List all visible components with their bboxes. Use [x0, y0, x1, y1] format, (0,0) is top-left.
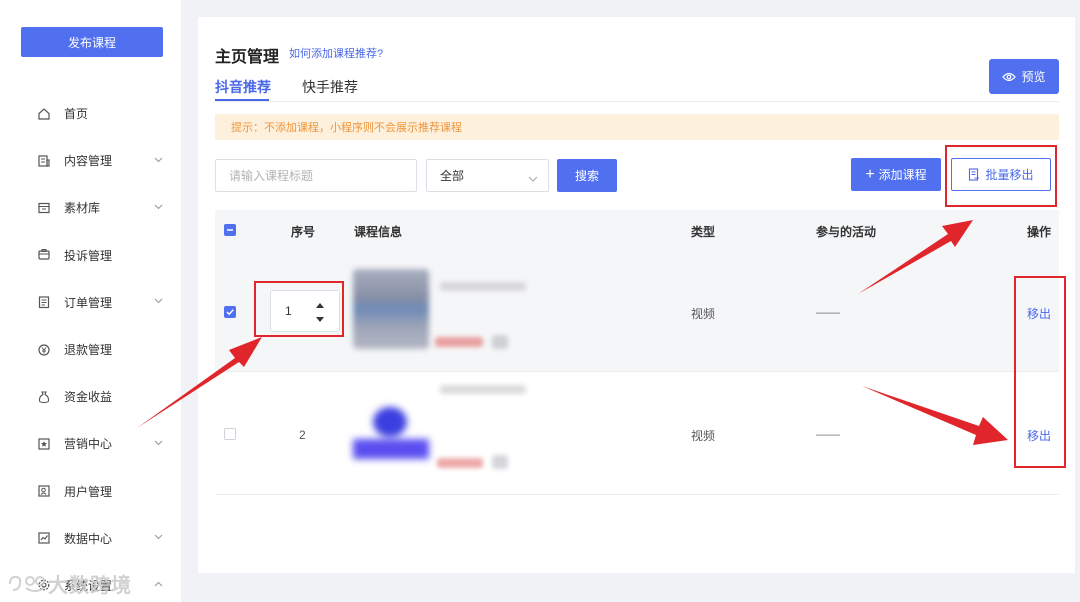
sidebar-nav: 首页 内容管理 素材库 投诉管理 订单管理 退款管理 资金收益 营销中心 用户管… [0, 90, 181, 602]
table-row: 1 视频 —— 移出 [215, 250, 1059, 372]
course-title-blurred [440, 385, 526, 394]
sidebar-item-label: 订单管理 [64, 295, 113, 310]
sidebar-item-label: 退款管理 [64, 343, 113, 358]
chevron-down-icon [528, 171, 538, 185]
course-title-search-input[interactable]: 请输入课程标题 [215, 159, 417, 192]
chevron-up-icon [153, 579, 163, 589]
tab-douyin[interactable]: 抖音推荐 [215, 77, 271, 97]
chevron-down-icon [153, 202, 163, 212]
sidebar-item-label: 素材库 [64, 201, 101, 216]
remove-link[interactable]: 移出 [1027, 427, 1051, 444]
table-header: 序号 课程信息 类型 参与的活动 操作 [215, 210, 1059, 250]
table-row: 2 视频 —— 移出 [215, 373, 1059, 495]
stepper-down-icon[interactable] [315, 315, 325, 323]
course-activity: —— [816, 305, 840, 319]
category-select-value: 全部 [440, 169, 465, 183]
chart-icon [36, 530, 52, 546]
chevron-down-icon [153, 155, 163, 165]
add-course-button[interactable]: + 添加课程 [851, 158, 941, 191]
sidebar-item-label: 资金收益 [64, 390, 113, 405]
course-type: 视频 [691, 307, 716, 321]
tab-kuaishou[interactable]: 快手推荐 [302, 77, 358, 97]
tab-divider [215, 101, 1059, 102]
course-activity: —— [816, 427, 840, 441]
sidebar: 发布课程 首页 内容管理 素材库 投诉管理 订单管理 退款管理 资金收益 营销中… [0, 0, 181, 602]
eye-icon [1002, 72, 1017, 81]
select-all-checkbox[interactable] [224, 224, 236, 236]
sidebar-item-label: 数据中心 [64, 531, 113, 546]
batch-remove-button[interactable]: 批量移出 [951, 158, 1051, 191]
sidebar-item-orders[interactable]: 订单管理 [0, 279, 181, 326]
course-price-blurred [437, 458, 483, 468]
stepper-up-icon[interactable] [315, 301, 325, 309]
sidebar-item-label: 用户管理 [64, 484, 113, 499]
chevron-down-icon [153, 532, 163, 542]
help-link[interactable]: 如何添加课程推荐? [289, 45, 383, 61]
preview-label: 预览 [1021, 70, 1046, 84]
tip-banner: 提示：不添加课程，小程序则不会展示推荐课程 [215, 114, 1059, 140]
chevron-down-icon [153, 438, 163, 448]
refund-icon [36, 342, 52, 358]
sidebar-item-refunds[interactable]: 退款管理 [0, 326, 181, 373]
sidebar-item-marketing[interactable]: 营销中心 [0, 420, 181, 467]
remove-link[interactable]: 移出 [1027, 305, 1051, 322]
sidebar-item-label: 营销中心 [64, 437, 113, 452]
column-header-actions: 操作 [1027, 225, 1052, 239]
column-header-course: 课程信息 [354, 225, 403, 239]
sidebar-item-data[interactable]: 数据中心 [0, 515, 181, 562]
category-select[interactable]: 全部 [426, 159, 549, 192]
sidebar-item-users[interactable]: 用户管理 [0, 468, 181, 515]
watermark-icon [9, 575, 45, 592]
sidebar-item-content[interactable]: 内容管理 [0, 137, 181, 184]
add-course-label: 添加课程 [878, 168, 927, 182]
course-thumbnail [353, 269, 429, 349]
watermark-logo: 大数跨境 [8, 569, 132, 598]
content-icon [36, 153, 52, 169]
money-bag-icon [36, 389, 52, 405]
main-panel: 主页管理 如何添加课程推荐? 抖音推荐 快手推荐 预览 提示：不添加课程，小程序… [198, 17, 1075, 573]
sidebar-item-earnings[interactable]: 资金收益 [0, 373, 181, 420]
sidebar-item-home[interactable]: 首页 [0, 90, 181, 137]
watermark-text: 大数跨境 [48, 575, 132, 597]
page-title: 主页管理 [215, 49, 280, 66]
sidebar-item-label: 投诉管理 [64, 248, 113, 263]
sort-order-value: 2 [299, 428, 306, 442]
column-header-activity: 参与的活动 [816, 225, 877, 239]
course-tag-blurred [492, 335, 508, 349]
column-header-seq: 序号 [291, 225, 316, 239]
row-checkbox[interactable] [224, 428, 236, 440]
course-tag-blurred [492, 455, 508, 469]
course-thumbnail [353, 395, 429, 475]
sidebar-item-complaints[interactable]: 投诉管理 [0, 232, 181, 279]
sidebar-item-label: 内容管理 [64, 154, 113, 169]
plus-icon: + [865, 165, 875, 183]
complaint-icon [36, 247, 52, 263]
sort-order-stepper[interactable]: 1 [270, 290, 340, 332]
column-header-type: 类型 [691, 225, 716, 239]
publish-course-button[interactable]: 发布课程 [21, 27, 163, 57]
marketing-icon [36, 436, 52, 452]
course-price-blurred [435, 337, 483, 347]
batch-remove-icon [969, 168, 980, 181]
sidebar-item-label: 首页 [64, 107, 89, 122]
preview-button[interactable]: 预览 [989, 59, 1059, 94]
row-checkbox[interactable] [224, 306, 236, 318]
search-button[interactable]: 搜索 [557, 159, 617, 192]
user-icon [36, 483, 52, 499]
home-icon [36, 106, 52, 122]
sort-order-value: 1 [285, 304, 292, 318]
batch-remove-label: 批量移出 [985, 168, 1034, 182]
order-icon [36, 294, 52, 310]
course-type: 视频 [691, 429, 716, 443]
chevron-down-icon [153, 296, 163, 306]
course-title-blurred [440, 282, 526, 291]
sidebar-item-materials[interactable]: 素材库 [0, 184, 181, 231]
active-tab-indicator [215, 99, 269, 101]
folder-icon [36, 200, 52, 216]
